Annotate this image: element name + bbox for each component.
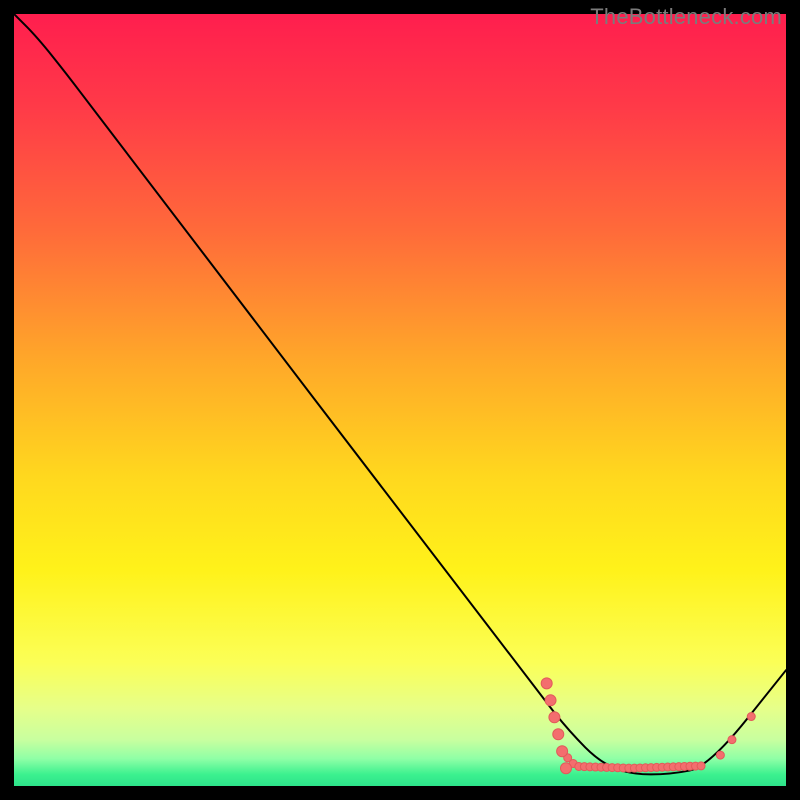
data-marker [557,746,568,757]
data-marker [560,763,571,774]
data-marker [728,736,736,744]
data-marker [747,713,755,721]
chart-background [14,14,786,786]
chart-svg [14,14,786,786]
data-marker [716,751,724,759]
data-marker [549,712,560,723]
data-marker [541,678,552,689]
watermark-text: TheBottleneck.com [590,4,782,30]
chart-stage: TheBottleneck.com [0,0,800,800]
data-marker [545,695,556,706]
data-marker [697,762,705,770]
data-marker [553,729,564,740]
